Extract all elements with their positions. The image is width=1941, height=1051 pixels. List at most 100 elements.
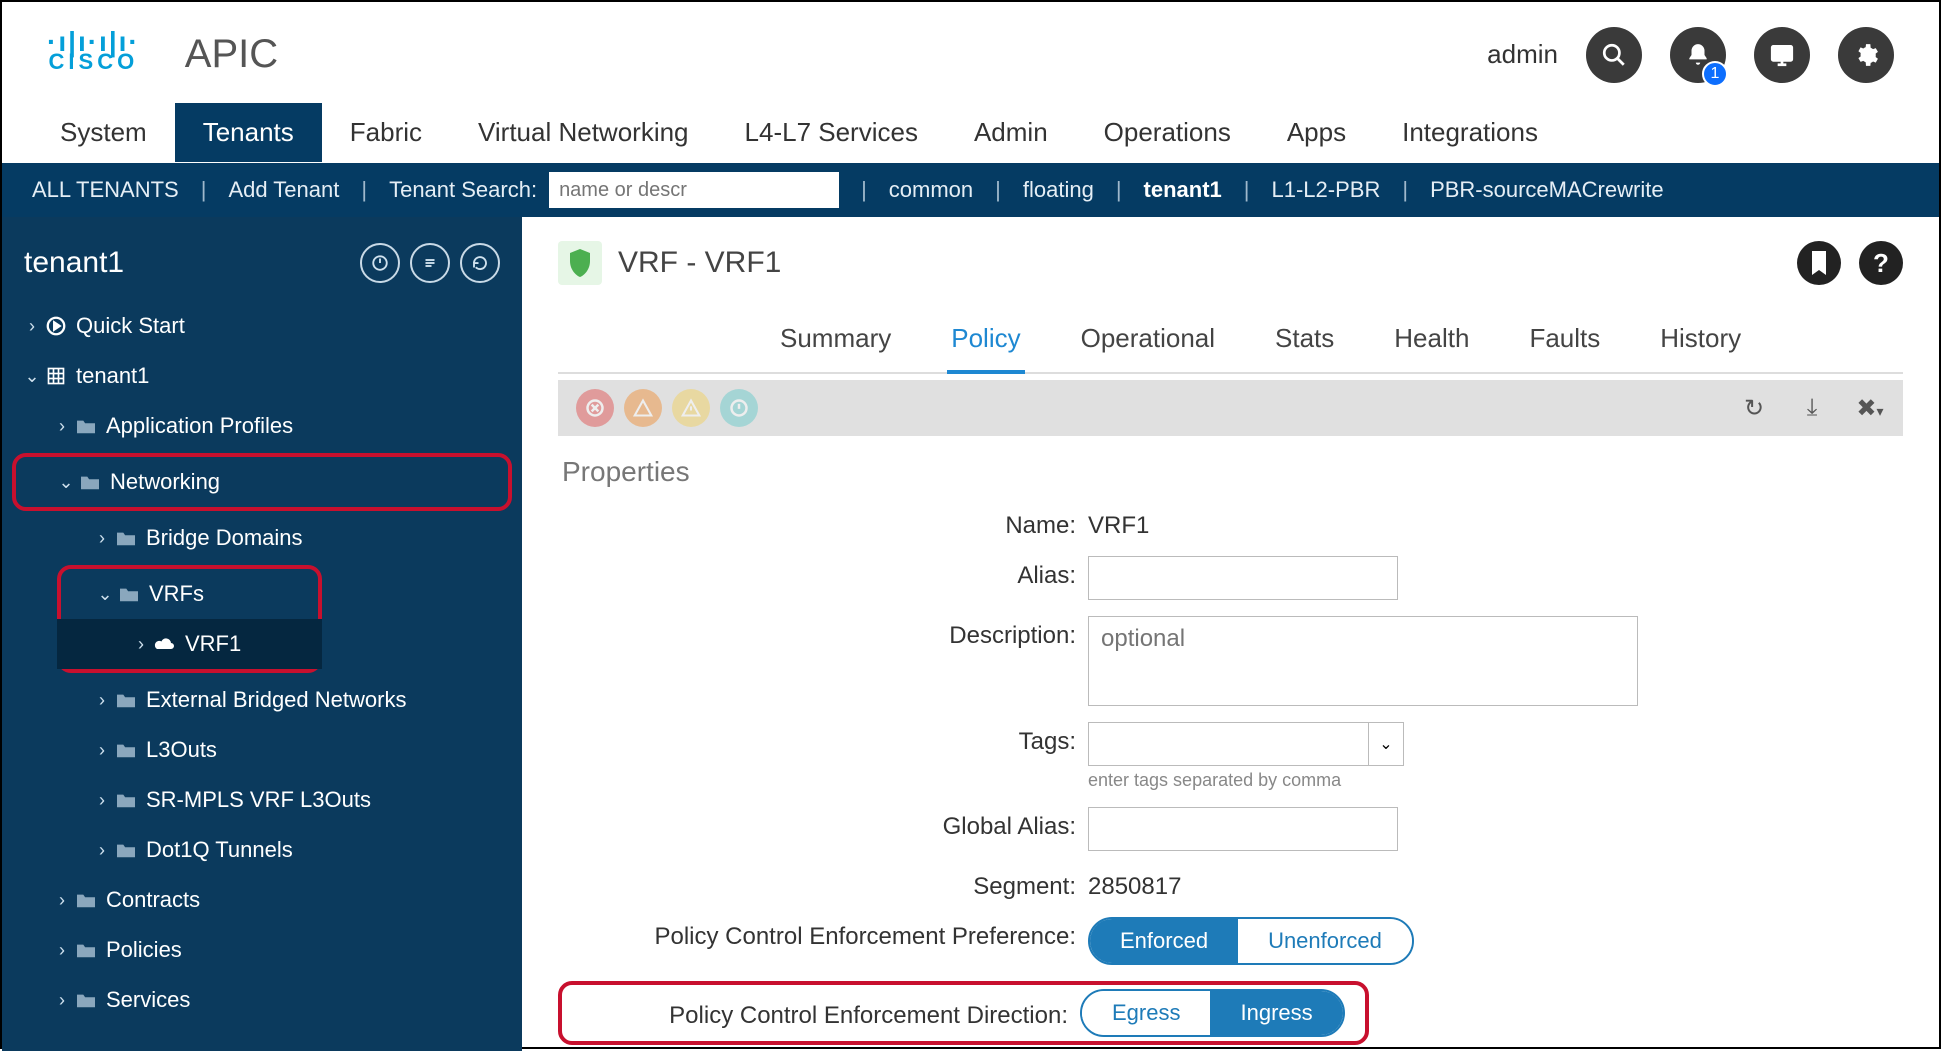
- tenant-subnav: ALL TENANTS | Add Tenant | Tenant Search…: [2, 163, 1939, 217]
- ctab-policy[interactable]: Policy: [947, 313, 1024, 374]
- pcep-unenforced[interactable]: Unenforced: [1238, 919, 1412, 963]
- subnav-link-floating[interactable]: floating: [1023, 177, 1094, 203]
- gear-icon[interactable]: [1838, 27, 1894, 83]
- fault-critical-icon[interactable]: [576, 389, 614, 427]
- separator: |: [1392, 177, 1418, 203]
- tab-operations[interactable]: Operations: [1076, 103, 1259, 162]
- tree-contracts[interactable]: ›Contracts: [2, 875, 522, 925]
- subnav-all-tenants[interactable]: ALL TENANTS: [32, 177, 179, 203]
- input-description[interactable]: [1088, 616, 1638, 706]
- separator: |: [191, 177, 217, 203]
- tree-srmpls[interactable]: ›SR-MPLS VRF L3Outs: [2, 775, 522, 825]
- sidebar-action-2-icon[interactable]: [410, 243, 450, 283]
- tree-vrf1[interactable]: ›VRF1: [57, 619, 322, 669]
- bookmark-icon[interactable]: [1797, 241, 1841, 285]
- properties-title: Properties: [562, 456, 1903, 488]
- search-icon[interactable]: [1586, 27, 1642, 83]
- folder-icon: [112, 691, 140, 709]
- tab-l4l7[interactable]: L4-L7 Services: [717, 103, 946, 162]
- tab-admin[interactable]: Admin: [946, 103, 1076, 162]
- help-icon[interactable]: ?: [1859, 241, 1903, 285]
- tools-icon[interactable]: ✖▾: [1855, 394, 1885, 423]
- tags-hint: enter tags separated by comma: [1088, 770, 1404, 791]
- tenant-search-input[interactable]: [549, 172, 839, 208]
- input-alias[interactable]: [1088, 556, 1398, 600]
- pced-egress[interactable]: Egress: [1082, 991, 1210, 1035]
- subnav-link-pbrmac[interactable]: PBR-sourceMACrewrite: [1430, 177, 1664, 203]
- cisco-logo: ·ı|ı·ı|ı· CISCO: [47, 35, 140, 75]
- separator: |: [851, 177, 877, 203]
- tab-fabric[interactable]: Fabric: [322, 103, 450, 162]
- tree-tenant-root[interactable]: ⌄tenant1: [2, 351, 522, 401]
- folder-icon: [72, 991, 100, 1009]
- monitor-icon[interactable]: [1754, 27, 1810, 83]
- sidebar-action-1-icon[interactable]: [360, 243, 400, 283]
- folder-icon: [72, 417, 100, 435]
- separator: |: [1234, 177, 1260, 203]
- folder-icon: [76, 473, 104, 491]
- tree-dot1q[interactable]: ›Dot1Q Tunnels: [2, 825, 522, 875]
- pced-ingress[interactable]: Ingress: [1210, 991, 1342, 1035]
- refresh-icon[interactable]: ↻: [1739, 394, 1769, 423]
- ctab-operational[interactable]: Operational: [1077, 313, 1219, 372]
- nav-tree: ›Quick Start ⌄tenant1 ›Application Profi…: [2, 301, 522, 1025]
- chevron-down-icon[interactable]: ⌄: [1368, 722, 1404, 766]
- subnav-link-l1l2pbr[interactable]: L1-L2-PBR: [1272, 177, 1381, 203]
- sidebar-title: tenant1: [24, 246, 124, 280]
- download-icon[interactable]: ⤓: [1797, 394, 1827, 423]
- input-tags[interactable]: [1088, 722, 1368, 766]
- subnav-link-common[interactable]: common: [889, 177, 973, 203]
- tab-integrations[interactable]: Integrations: [1374, 103, 1566, 162]
- ctab-stats[interactable]: Stats: [1271, 313, 1338, 372]
- label-alias: Alias:: [558, 556, 1088, 590]
- ctab-health[interactable]: Health: [1390, 313, 1473, 372]
- content-header-actions: ?: [1797, 241, 1903, 285]
- tab-apps[interactable]: Apps: [1259, 103, 1374, 162]
- fault-major-icon[interactable]: [624, 389, 662, 427]
- ctab-history[interactable]: History: [1656, 313, 1745, 372]
- main-nav: System Tenants Fabric Virtual Networking…: [2, 107, 1939, 163]
- tab-system[interactable]: System: [32, 103, 175, 162]
- tree-quick-start[interactable]: ›Quick Start: [2, 301, 522, 351]
- sidebar: tenant1 ›Quick Start ⌄tenant1 ›Applicati…: [2, 217, 522, 1051]
- input-global-alias[interactable]: [1088, 807, 1398, 851]
- app-header: ·ı|ı·ı|ı· CISCO APIC admin 1: [2, 2, 1939, 107]
- cisco-text: CISCO: [47, 49, 140, 75]
- tree-app-profiles[interactable]: ›Application Profiles: [2, 401, 522, 451]
- row-tags: Tags: ⌄ enter tags separated by comma: [558, 722, 1903, 791]
- ctab-summary[interactable]: Summary: [776, 313, 895, 372]
- cisco-bars-icon: ·ı|ı·ı|ı·: [47, 35, 140, 49]
- tree-networking[interactable]: ⌄Networking: [6, 457, 508, 507]
- subnav-link-tenant1[interactable]: tenant1: [1144, 177, 1222, 203]
- folder-icon: [112, 529, 140, 547]
- cloud-icon: [151, 635, 179, 653]
- subnav-add-tenant[interactable]: Add Tenant: [228, 177, 339, 203]
- fault-minor-icon[interactable]: [672, 389, 710, 427]
- value-name: VRF1: [1088, 506, 1149, 540]
- sidebar-header: tenant1: [2, 229, 522, 301]
- tree-services[interactable]: ›Services: [2, 975, 522, 1025]
- bell-icon[interactable]: 1: [1670, 27, 1726, 83]
- user-label[interactable]: admin: [1487, 39, 1558, 70]
- sidebar-actions: [360, 243, 500, 283]
- tree-vrfs[interactable]: ⌄VRFs: [61, 569, 318, 619]
- pcep-enforced[interactable]: Enforced: [1090, 919, 1238, 963]
- tree-bridge-domains[interactable]: ›Bridge Domains: [2, 513, 522, 563]
- sidebar-refresh-icon[interactable]: [460, 243, 500, 283]
- tab-tenants[interactable]: Tenants: [175, 103, 322, 162]
- tree-policies[interactable]: ›Policies: [2, 925, 522, 975]
- separator: |: [1106, 177, 1132, 203]
- tags-combobox: ⌄: [1088, 722, 1404, 766]
- folder-icon: [112, 791, 140, 809]
- tab-virtual-networking[interactable]: Virtual Networking: [450, 103, 717, 162]
- content-header: VRF - VRF1 ?: [558, 241, 1903, 285]
- ctab-faults[interactable]: Faults: [1525, 313, 1604, 372]
- label-description: Description:: [558, 616, 1088, 650]
- tree-l3outs[interactable]: ›L3Outs: [2, 725, 522, 775]
- folder-icon: [112, 841, 140, 859]
- highlight-direction: Policy Control Enforcement Direction: Eg…: [558, 981, 1369, 1045]
- tree-external-bridged[interactable]: ›External Bridged Networks: [2, 675, 522, 725]
- label-pcep: Policy Control Enforcement Preference:: [558, 917, 1088, 951]
- label-tags: Tags:: [558, 722, 1088, 756]
- fault-warning-icon[interactable]: [720, 389, 758, 427]
